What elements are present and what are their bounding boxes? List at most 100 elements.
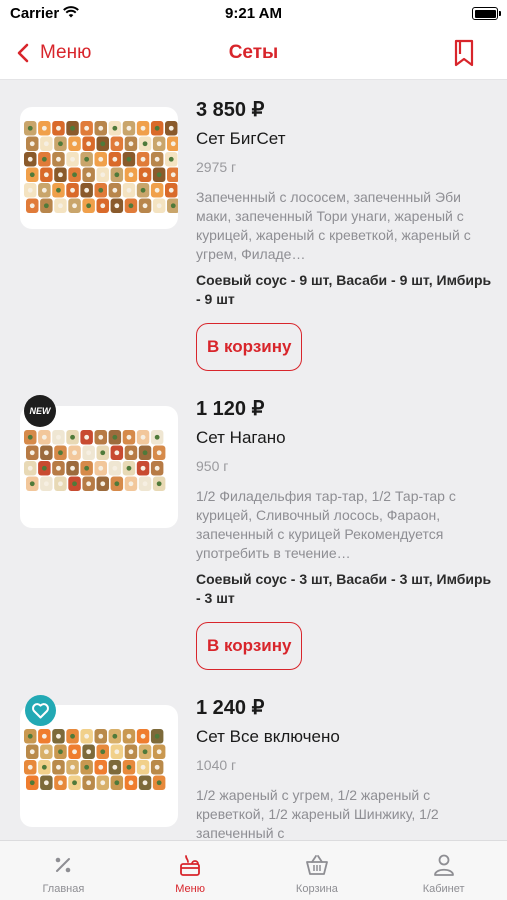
sushi-roll-filling [112, 434, 118, 440]
sushi-roll-filling [100, 203, 106, 209]
sushi-roll-filling [126, 156, 132, 162]
product-title: Сет Нагано [196, 428, 286, 447]
favorite-badge[interactable] [25, 695, 56, 726]
sushi-roll-filling [156, 203, 162, 209]
sushi-roll-filling [27, 187, 33, 193]
tab-label: Главная [42, 883, 85, 895]
tab-home[interactable]: Главная [0, 841, 127, 900]
sushi-roll-filling [43, 450, 49, 456]
sushi-roll-filling [72, 203, 77, 209]
add-to-cart-button[interactable]: В корзину [196, 622, 303, 670]
sushi-roll-filling [128, 780, 134, 786]
sushi-roll-filling [140, 125, 146, 131]
product-image [20, 107, 178, 229]
tab-menu[interactable]: Меню [127, 841, 254, 900]
sushi-roll-filling [70, 465, 75, 471]
sushi-roll-filling [41, 156, 47, 162]
bookmark-icon[interactable] [451, 38, 477, 68]
sushi-roll-filling [114, 450, 120, 456]
sushi-roll-filling [128, 172, 134, 178]
sushi-roll-filling [58, 780, 63, 786]
sushi-roll-filling [100, 780, 106, 786]
sushi-roll-filling [27, 465, 33, 471]
sushi-roll-filling [100, 749, 106, 755]
sushi-roll-filling [168, 125, 174, 131]
sushi-roll-filling [86, 450, 92, 456]
product-list[interactable]: 3 850 ₽ Сет БигСет 2975 г Запеченный с л… [0, 80, 507, 840]
tab-label: Меню [175, 883, 205, 895]
sushi-roll-filling [29, 780, 35, 786]
sushi-roll-filling [126, 187, 132, 193]
sushi-roll-filling [43, 172, 49, 178]
sushi-roll-filling [140, 156, 146, 162]
sushi-roll-filling [27, 156, 33, 162]
add-to-cart-button[interactable]: В корзину [196, 323, 303, 371]
sushi-roll-filling [70, 156, 75, 162]
sushi-roll-filling [112, 465, 118, 471]
sushi-roll-filling [98, 156, 104, 162]
sushi-roll-filling [43, 203, 49, 209]
sushi-roll-filling [41, 434, 47, 440]
product-extras: Соевый соус - 9 шт, Васаби - 9 шт, Имбир… [196, 272, 492, 307]
sushi-roll-filling [29, 203, 35, 209]
sushi-roll-filling [170, 141, 176, 147]
sushi-roll-filling [84, 187, 90, 193]
sushi-roll-filling [140, 434, 146, 440]
sushi-roll-filling [72, 450, 77, 456]
sushi-roll-filling [142, 749, 148, 755]
sushi-roll-filling [142, 780, 148, 786]
sushi-roll-filling [114, 203, 120, 209]
product-price: 1 120 ₽ [196, 398, 265, 420]
sushi-roll-filling [156, 172, 162, 178]
sushi-roll-filling [154, 434, 160, 440]
sushi-roll-filling [29, 141, 35, 147]
sushi-roll-filling [114, 481, 120, 487]
sushi-roll-filling [56, 733, 61, 739]
sushi-roll-filling [126, 125, 132, 131]
sushi-roll-filling [58, 141, 63, 147]
sushi-roll-filling [156, 481, 162, 487]
sushi-roll-filling [140, 187, 146, 193]
sushi-roll-filling [86, 203, 92, 209]
sushi-roll-filling [98, 125, 104, 131]
sushi-roll-filling [168, 156, 174, 162]
heart-icon [32, 703, 49, 719]
tab-cart[interactable]: Корзина [254, 841, 381, 900]
sushi-roll-filling [112, 764, 118, 770]
sushi-roll-filling [98, 187, 104, 193]
basket-icon [305, 855, 328, 875]
sushi-roll-filling [84, 434, 90, 440]
sushi-roll-filling [126, 764, 132, 770]
sushi-roll-filling [84, 465, 90, 471]
sushi-roll-filling [41, 125, 47, 131]
back-button[interactable]: Меню [12, 38, 91, 68]
sushi-roll-filling [84, 764, 90, 770]
tab-account[interactable]: Кабинет [380, 841, 507, 900]
tab-bar: Главная Меню Корзина Кабинет [0, 840, 507, 900]
sushi-roll-filling [154, 187, 160, 193]
sushi-roll-filling [86, 481, 92, 487]
sushi-roll-filling [114, 141, 120, 147]
sushi-roll-filling [86, 172, 92, 178]
sushi-roll-filling [72, 141, 77, 147]
status-bar: Carrier 9:21 AM [0, 0, 507, 26]
sushi-roll-filling [168, 187, 174, 193]
chef-hat-menu-icon [180, 855, 201, 876]
sushi-roll-filling [43, 141, 49, 147]
sushi-roll-filling [128, 749, 134, 755]
sushi-roll-filling [70, 764, 75, 770]
sushi-roll-filling [41, 733, 47, 739]
sushi-roll-filling [41, 465, 47, 471]
sushi-roll-filling [84, 733, 90, 739]
sushi-roll-filling [27, 764, 33, 770]
sushi-roll-filling [126, 434, 132, 440]
sushi-roll-filling [154, 125, 160, 131]
sushi-roll-filling [70, 434, 75, 440]
sushi-roll-filling [114, 172, 120, 178]
sushi-roll-filling [98, 733, 104, 739]
sushi-roll-filling [43, 481, 49, 487]
sushi-roll-filling [154, 733, 160, 739]
sushi-roll-filling [128, 203, 134, 209]
sushi-roll-filling [100, 172, 106, 178]
sushi-roll-filling [43, 749, 49, 755]
